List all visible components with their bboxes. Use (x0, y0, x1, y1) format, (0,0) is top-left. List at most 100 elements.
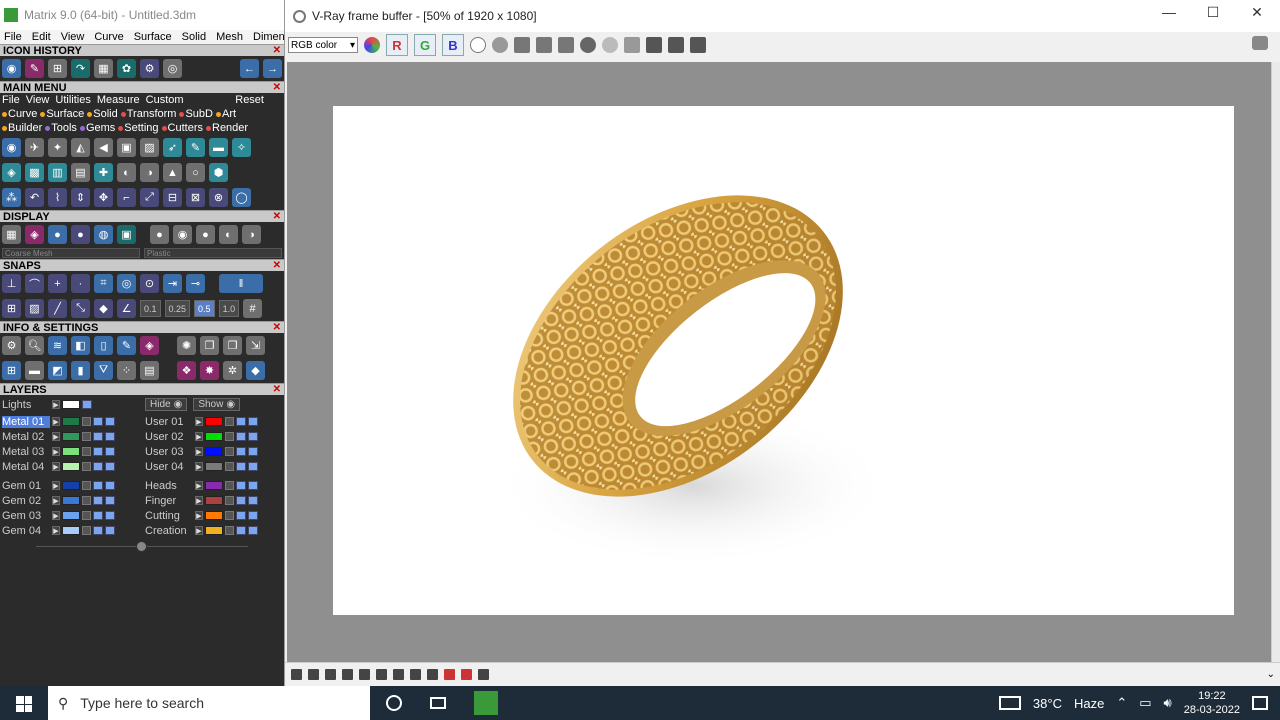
snap-diag-icon[interactable]: ⤡ (71, 299, 90, 318)
tool-icon[interactable]: ▩ (25, 163, 44, 182)
layer-arrow-icon[interactable]: ▶ (52, 400, 60, 409)
layer-render-icon[interactable] (248, 447, 258, 456)
arrow-right-icon[interactable]: → (263, 59, 282, 78)
layer-color-swatch[interactable] (205, 432, 223, 441)
alpha-icon[interactable] (470, 37, 486, 53)
close-icon[interactable]: ✕ (273, 211, 281, 222)
layer-render-icon[interactable] (248, 417, 258, 426)
tool-icon[interactable]: ⇕ (71, 188, 90, 207)
tool-icon[interactable]: ▬ (209, 138, 228, 157)
layer-arrow-icon[interactable]: ▶ (195, 481, 203, 490)
layer-arrow-icon[interactable]: ▶ (195, 526, 203, 535)
category-tools[interactable]: Tools (45, 122, 77, 134)
material-sphere-icon[interactable]: ◐ (219, 225, 238, 244)
layer-render-icon[interactable] (248, 462, 258, 471)
render-icon[interactable]: ✸ (200, 361, 219, 380)
section-display[interactable]: DISPLAY ✕ (0, 210, 284, 223)
history-tool-icon[interactable]: ✿ (117, 59, 136, 78)
teapot-icon[interactable] (1252, 36, 1268, 50)
layer-arrow-icon[interactable]: ▶ (52, 432, 60, 441)
mono-icon[interactable] (492, 37, 508, 53)
save-icon[interactable] (514, 37, 530, 53)
weather-temperature[interactable]: 38°C (1033, 696, 1062, 711)
menu-solid[interactable]: Solid (182, 31, 206, 43)
layer-row[interactable]: User 02 ▶ (145, 429, 282, 444)
tool-icon[interactable]: ✚ (94, 163, 113, 182)
material-sphere-icon[interactable]: ● (196, 225, 215, 244)
close-icon[interactable]: ✕ (273, 322, 281, 333)
layer-arrow-icon[interactable]: ▶ (195, 496, 203, 505)
panel-icon[interactable]: ▤ (140, 361, 159, 380)
layer-color-swatch[interactable] (205, 417, 223, 426)
layer-arrow-icon[interactable]: ▶ (52, 526, 60, 535)
layer-arrow-icon[interactable]: ▶ (52, 447, 60, 456)
status-icon[interactable] (444, 669, 455, 680)
snap-point-icon[interactable]: · (71, 274, 90, 293)
menu-surface[interactable]: Surface (134, 31, 172, 43)
tool-icon[interactable]: ⌇ (48, 188, 67, 207)
main-menu-measure[interactable]: Measure (97, 94, 140, 106)
layer-row[interactable]: User 04 ▶ (145, 459, 282, 474)
layer-visibility-icon[interactable] (93, 481, 103, 490)
section-snaps[interactable]: SNAPS ✕ (0, 259, 284, 272)
section-main-menu[interactable]: MAIN MENU ✕ (0, 81, 284, 94)
network-icon[interactable]: ▭ (1139, 695, 1151, 711)
main-menu-view[interactable]: View (26, 94, 50, 106)
layer-lock-icon[interactable] (82, 526, 91, 535)
save-all-icon[interactable] (536, 37, 552, 53)
category-curve[interactable]: Curve (2, 108, 37, 120)
snap-cube-icon[interactable]: ▨ (25, 299, 44, 318)
weather-icon[interactable] (998, 696, 1021, 710)
layer-visibility-icon[interactable] (82, 400, 92, 409)
cube-purple-icon[interactable]: ◈ (140, 336, 159, 355)
menu-edit[interactable]: Edit (32, 31, 51, 43)
material-select[interactable]: Plastic (144, 248, 282, 258)
history-tool-icon[interactable]: ✎ (25, 59, 44, 78)
layer-color-swatch[interactable] (62, 526, 80, 535)
taskbar-search-box[interactable]: ⚲ Type here to search (48, 686, 370, 720)
green-channel-button[interactable]: G (414, 34, 436, 56)
zoom-icon[interactable]: 🔍︎ (25, 336, 44, 355)
layer-lock-icon[interactable] (82, 481, 91, 490)
layer-visibility-icon[interactable] (93, 496, 103, 505)
channel-select[interactable]: RGB color ▾ (288, 37, 358, 53)
tool-icon[interactable]: ▲ (163, 163, 182, 182)
layer-visibility-icon[interactable] (236, 417, 246, 426)
layer-render-icon[interactable] (105, 496, 115, 505)
layer-row[interactable]: Finger ▶ (145, 493, 282, 508)
layer-color-swatch[interactable] (62, 400, 80, 409)
resize-knob-icon[interactable] (136, 541, 147, 552)
layer-color-swatch[interactable] (62, 417, 80, 426)
cortana-icon[interactable] (386, 695, 402, 711)
gear-icon[interactable] (376, 669, 387, 680)
menu-curve[interactable]: Curve (94, 31, 123, 43)
clear-icon[interactable] (580, 37, 596, 53)
render-sphere-icon[interactable]: ● (71, 225, 90, 244)
snap-perp-icon[interactable]: ⊸ (186, 274, 205, 293)
snap-value-0.25[interactable]: 0.25 (164, 300, 191, 317)
layer-color-swatch[interactable] (205, 462, 223, 471)
layer-arrow-icon[interactable]: ▶ (195, 432, 203, 441)
close-icon[interactable]: ✕ (273, 384, 281, 395)
layer-arrow-icon[interactable]: ▶ (52, 511, 60, 520)
status-icon[interactable] (427, 669, 438, 680)
layer-render-icon[interactable] (105, 447, 115, 456)
snap-mid-icon[interactable]: ⇥ (163, 274, 182, 293)
category-transform[interactable]: Transform (120, 108, 176, 120)
snap-value-0.5[interactable]: 0.5 (194, 300, 215, 317)
tool-icon[interactable]: ✧ (232, 138, 251, 157)
status-icon[interactable] (393, 669, 404, 680)
section-layers[interactable]: LAYERS ✕ (0, 383, 284, 396)
shaded-icon[interactable]: ◈ (25, 225, 44, 244)
layer-lock-icon[interactable] (225, 432, 234, 441)
tool-icon[interactable]: ◉ (2, 138, 21, 157)
layer-arrow-icon[interactable]: ▶ (195, 511, 203, 520)
menu-file[interactable]: File (4, 31, 22, 43)
snap-grid-icon[interactable]: ⊞ (2, 299, 21, 318)
layer-color-swatch[interactable] (62, 496, 80, 505)
snap-diamond-icon[interactable]: ◆ (94, 299, 113, 318)
display-correction-icon[interactable] (646, 37, 662, 53)
tool-icon[interactable]: ⬢ (209, 163, 228, 182)
filter-icon[interactable]: ⛛ (94, 361, 113, 380)
tool-icon[interactable]: ◐ (117, 163, 136, 182)
